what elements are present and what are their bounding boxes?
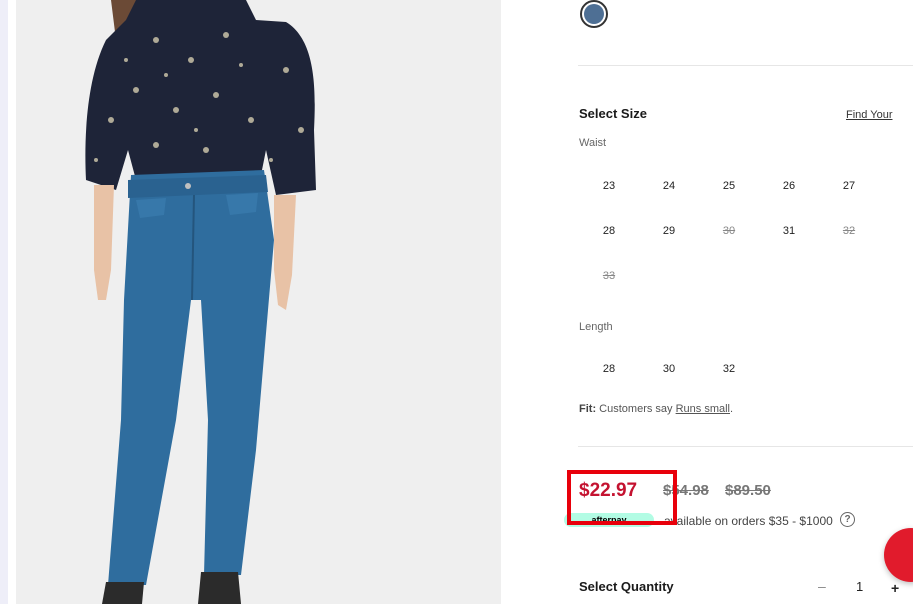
waist-size-option[interactable]: 27: [827, 180, 871, 192]
product-photo-illustration: [85, 0, 316, 604]
waist-size-option[interactable]: 29: [647, 225, 691, 237]
waist-size-option[interactable]: 23: [587, 180, 631, 192]
waist-size-option[interactable]: 28: [587, 225, 631, 237]
waist-size-option-unavailable[interactable]: 32: [827, 225, 871, 237]
fit-note: Fit: Customers say Runs small.: [579, 403, 733, 415]
quantity-decrease-button[interactable]: –: [818, 578, 826, 594]
color-swatch[interactable]: [580, 0, 608, 28]
length-size-option[interactable]: 32: [707, 363, 751, 375]
waist-size-option-unavailable[interactable]: 30: [707, 225, 751, 237]
color-swatch-fill: [584, 4, 604, 24]
divider: [578, 65, 913, 66]
product-photo[interactable]: [16, 0, 501, 604]
product-page: Select Size Find Your Waist 23 24 25 26 …: [8, 0, 913, 604]
length-size-option[interactable]: 28: [587, 363, 631, 375]
length-label: Length: [579, 321, 613, 333]
original-price: $89.50: [725, 482, 771, 499]
fit-value-link[interactable]: Runs small: [676, 403, 730, 415]
length-size-option[interactable]: 30: [647, 363, 691, 375]
waist-label: Waist: [579, 137, 607, 149]
waist-size-option[interactable]: 24: [647, 180, 691, 192]
select-quantity-label: Select Quantity: [579, 579, 674, 594]
price-highlight-box: [567, 470, 677, 525]
waist-size-option[interactable]: 31: [767, 225, 811, 237]
waist-size-option[interactable]: 26: [767, 180, 811, 192]
find-your-size-link[interactable]: Find Your: [846, 109, 892, 121]
product-details-panel: Select Size Find Your Waist 23 24 25 26 …: [564, 0, 913, 604]
fit-label: Fit:: [579, 403, 597, 415]
waist-size-option[interactable]: 25: [707, 180, 751, 192]
fit-text: Customers say: [599, 403, 673, 415]
waist-size-option-unavailable[interactable]: 33: [587, 270, 631, 282]
divider: [578, 446, 913, 447]
afterpay-text: available on orders $35 - $1000: [664, 514, 833, 528]
select-size-heading: Select Size: [579, 106, 647, 121]
fit-suffix: .: [730, 403, 734, 415]
quantity-increase-button[interactable]: +: [891, 580, 899, 596]
quantity-value[interactable]: 1: [856, 579, 863, 594]
info-icon[interactable]: ?: [840, 512, 855, 527]
